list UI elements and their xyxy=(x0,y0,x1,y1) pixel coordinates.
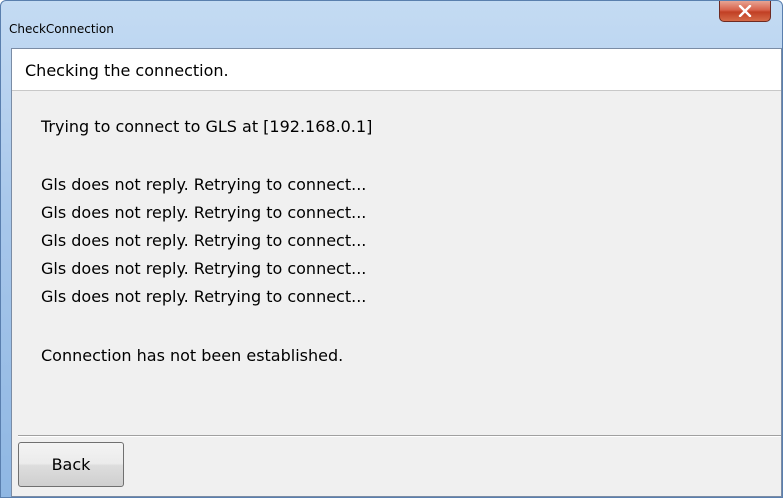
log-line-retry-2: Gls does not reply. Retrying to connect.… xyxy=(41,203,367,222)
log-line-retry-3: Gls does not reply. Retrying to connect.… xyxy=(41,231,367,250)
close-button[interactable] xyxy=(719,1,771,22)
log-line-retry-5: Gls does not reply. Retrying to connect.… xyxy=(41,287,367,306)
log-line-result: Connection has not been established. xyxy=(41,346,344,365)
header-panel: Checking the connection. xyxy=(12,49,781,91)
back-button[interactable]: Back xyxy=(18,442,124,487)
log-line-connect-attempt: Trying to connect to GLS at [192.168.0.1… xyxy=(41,117,373,136)
window-title: CheckConnection xyxy=(9,22,114,36)
close-icon xyxy=(738,5,752,17)
dialog-client-area: Checking the connection. Trying to conne… xyxy=(11,48,782,497)
footer-divider xyxy=(18,435,781,437)
title-bar[interactable]: CheckConnection xyxy=(1,1,782,41)
dialog-window: CheckConnection Checking the connection.… xyxy=(0,0,783,498)
log-line-retry-1: Gls does not reply. Retrying to connect.… xyxy=(41,175,367,194)
log-line-retry-4: Gls does not reply. Retrying to connect.… xyxy=(41,259,367,278)
header-text: Checking the connection. xyxy=(25,61,229,80)
